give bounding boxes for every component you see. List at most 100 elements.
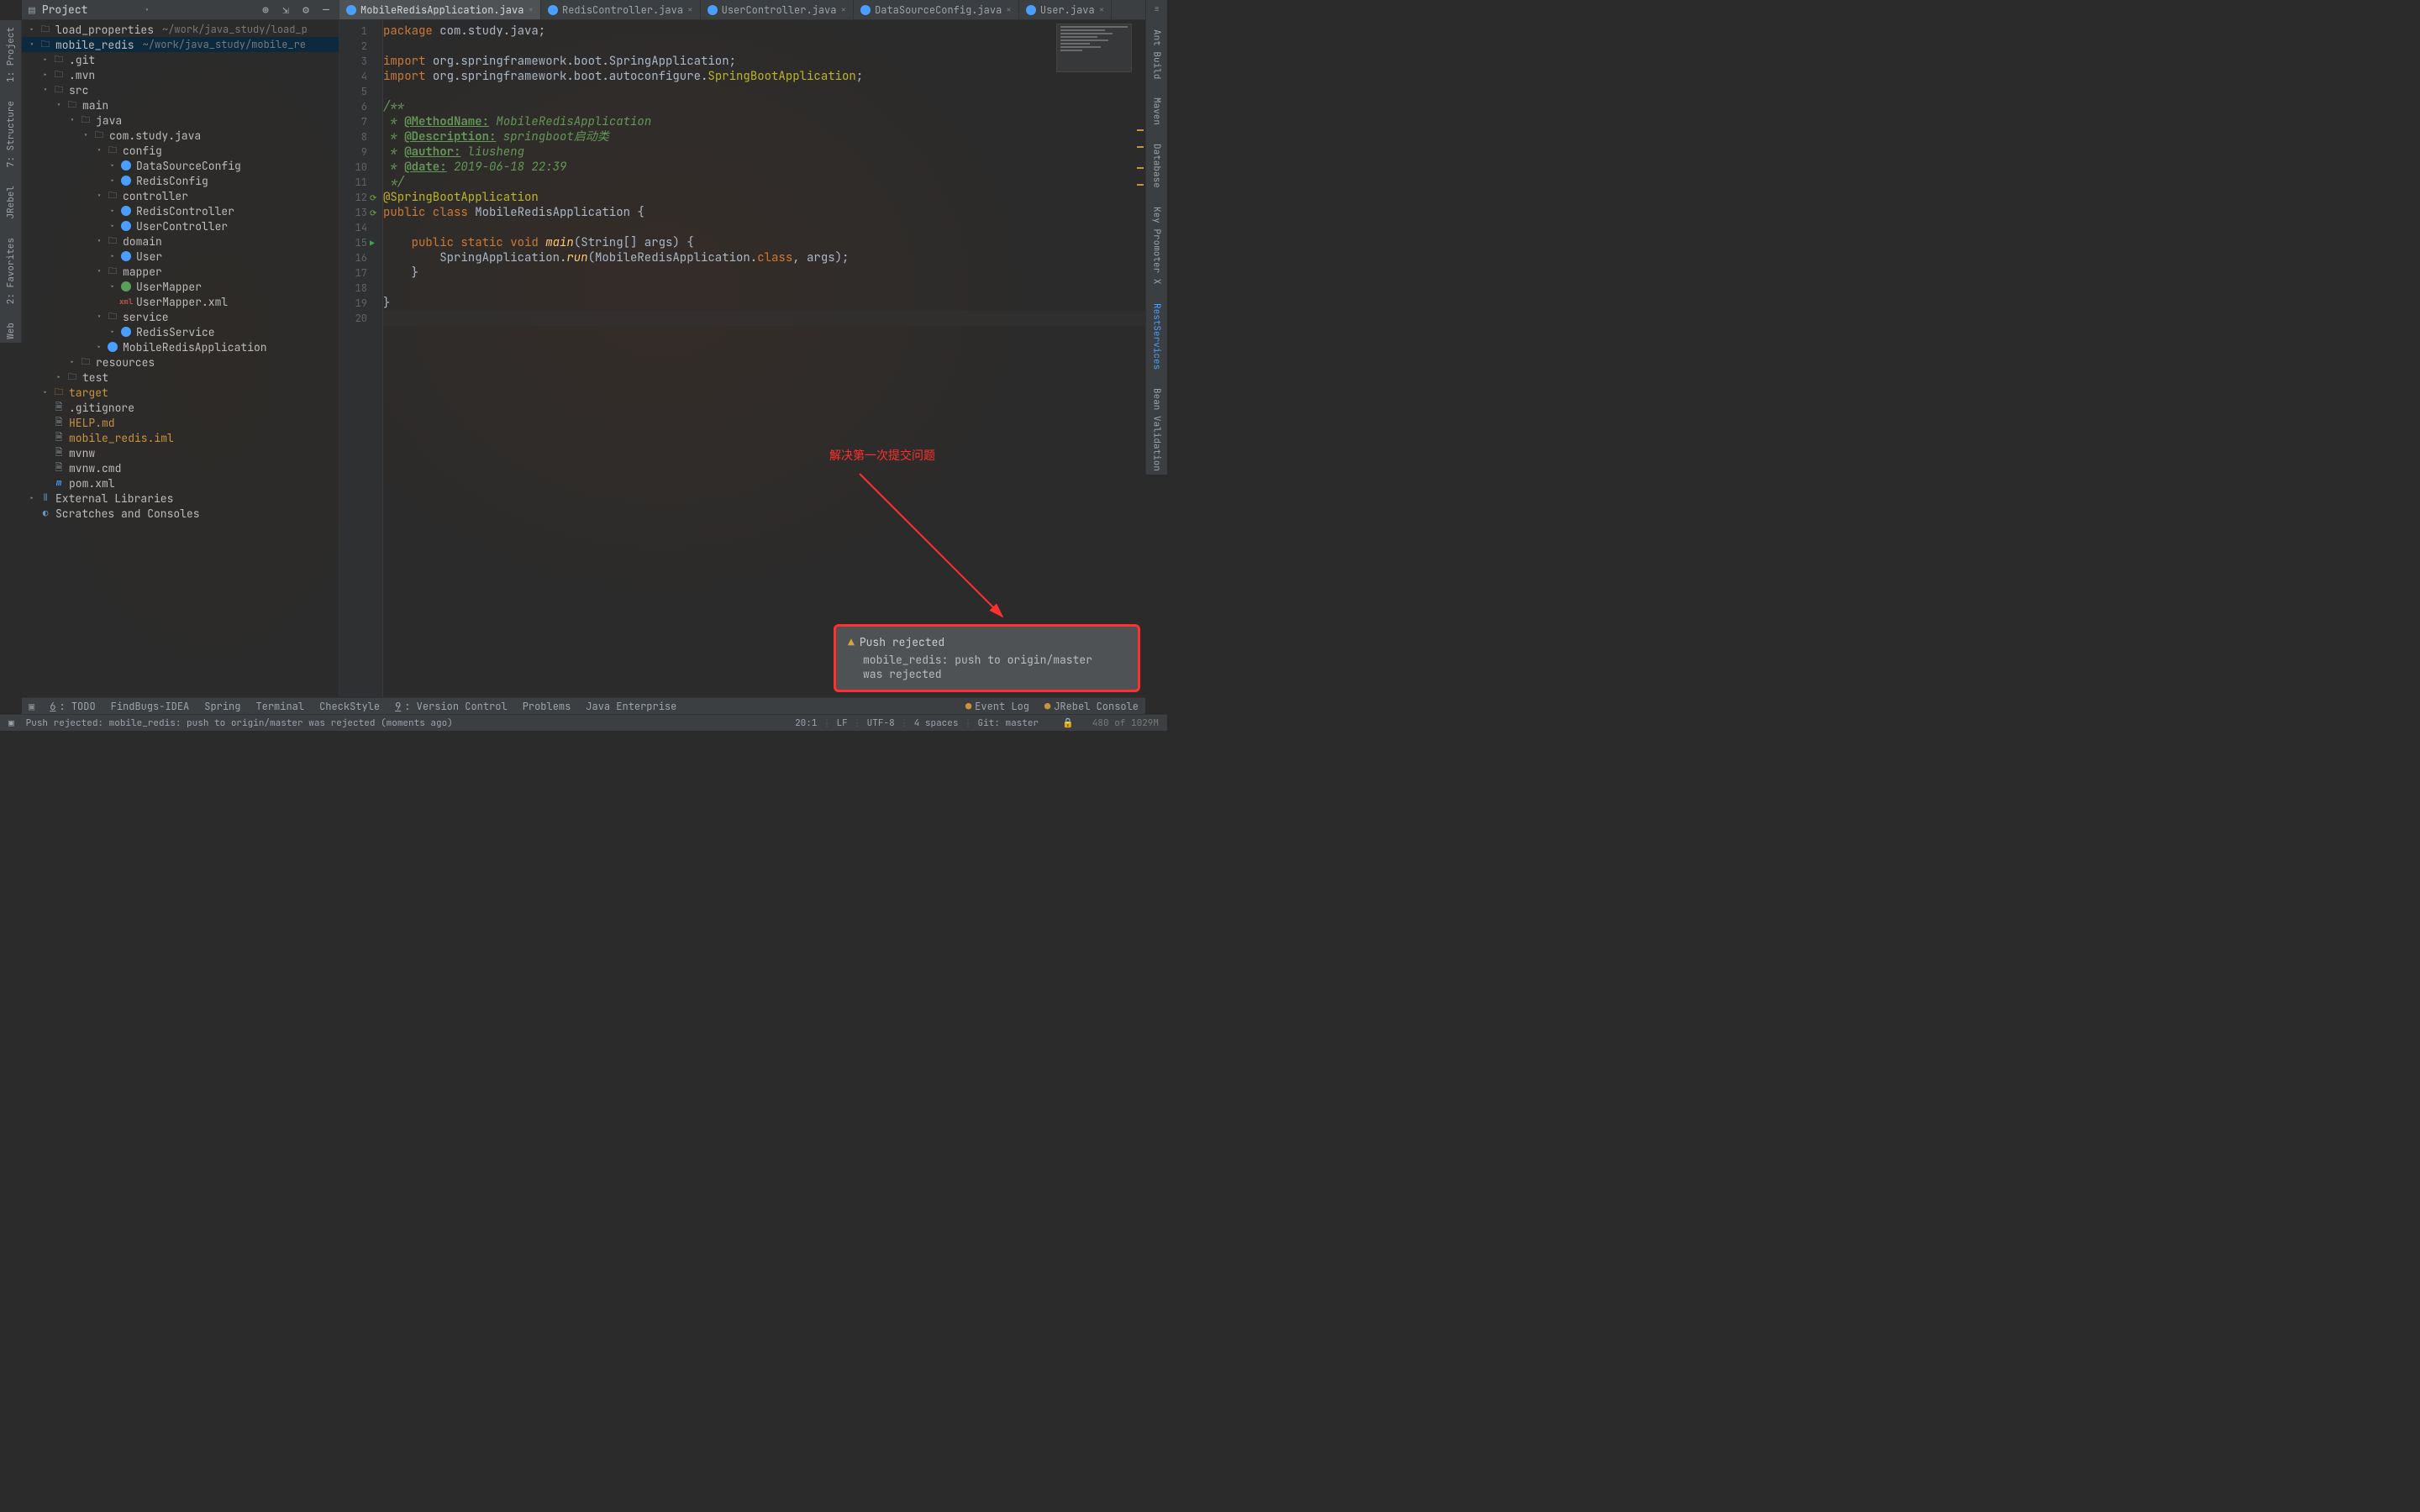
tree-item--gitignore[interactable]: 🗎.gitignore — [22, 400, 339, 415]
tree-item-src[interactable]: ▾🗀src — [22, 82, 339, 97]
close-icon[interactable]: × — [1006, 4, 1012, 16]
tree-arrow-icon[interactable]: ▾ — [94, 191, 104, 201]
tree-item-help-md[interactable]: 🗎HELP.md — [22, 415, 339, 430]
tree-arrow-icon[interactable]: ▾ — [94, 145, 104, 155]
tree-item-mapper[interactable]: ▾🗀mapper — [22, 264, 339, 279]
code-line-13[interactable]: public class MobileRedisApplication { — [383, 205, 1145, 220]
code-line-14[interactable] — [383, 220, 1145, 235]
left-tool-web[interactable]: Web — [5, 319, 17, 343]
tree-arrow-icon[interactable]: ▸ — [108, 251, 118, 261]
status-20-1[interactable]: 20:1 — [795, 717, 817, 729]
tree-arrow-icon[interactable]: ▸ — [40, 387, 50, 397]
tree-item-java[interactable]: ▾🗀java — [22, 113, 339, 128]
tab-usercontroller-java[interactable]: UserController.java× — [701, 0, 854, 19]
tree-item-config[interactable]: ▾🗀config — [22, 143, 339, 158]
code-minimap[interactable] — [1056, 24, 1132, 72]
tree-arrow-icon[interactable]: ▸ — [40, 70, 50, 80]
tree-arrow-icon[interactable]: ▸ — [40, 55, 50, 65]
tool-window-icon[interactable]: ▣ — [29, 700, 34, 713]
tree-item-redisservice[interactable]: ▸RedisService — [22, 324, 339, 339]
code-line-6[interactable]: /** — [383, 99, 1145, 114]
lock-icon[interactable]: 🔒 — [1062, 717, 1074, 729]
right-tool-key-promoter-x[interactable]: Key Promoter X — [1151, 203, 1163, 287]
tree-arrow-icon[interactable]: ▾ — [27, 39, 37, 50]
status-lf[interactable]: LF — [836, 717, 847, 729]
tree-item-domain[interactable]: ▾🗀domain — [22, 234, 339, 249]
tree-arrow-icon[interactable]: ▾ — [94, 312, 104, 322]
code-line-5[interactable] — [383, 84, 1145, 99]
code-line-15[interactable]: public static void main(String[] args) { — [383, 235, 1145, 250]
tree-item-load-properties[interactable]: ▸🗀load_properties~/work/java_study/load_… — [22, 22, 339, 37]
right-tool-restservices[interactable]: RestServices — [1151, 300, 1163, 373]
tree-arrow-icon[interactable]: ▸ — [108, 176, 118, 186]
tree-item-rediscontroller[interactable]: ▸RedisController — [22, 203, 339, 218]
tree-item-datasourceconfig[interactable]: ▸DataSourceConfig — [22, 158, 339, 173]
tree-item-scratches-and-consoles[interactable]: ◐Scratches and Consoles — [22, 506, 339, 521]
tree-arrow-icon[interactable]: ▸ — [27, 24, 37, 34]
tree-arrow-icon[interactable]: ▾ — [94, 266, 104, 276]
tree-item-usermapper-xml[interactable]: xmlUserMapper.xml — [22, 294, 339, 309]
tree-arrow-icon[interactable]: ▾ — [81, 130, 91, 140]
code-line-18[interactable] — [383, 281, 1145, 296]
tree-arrow-icon[interactable]: ▾ — [94, 236, 104, 246]
bottom-tool-9-version-control[interactable]: 9: Version Control — [395, 700, 508, 713]
tab-mobileredisapplication-java[interactable]: MobileRedisApplication.java× — [339, 0, 541, 19]
left-tool-2-favorites[interactable]: 2: Favorites — [5, 234, 17, 307]
tab-datasourceconfig-java[interactable]: DataSourceConfig.java× — [854, 0, 1019, 19]
project-tree[interactable]: ▸🗀load_properties~/work/java_study/load_… — [22, 20, 339, 697]
right-tool-database[interactable]: Database — [1151, 140, 1163, 192]
bottom-tool-spring[interactable]: Spring — [204, 700, 240, 713]
tree-arrow-icon[interactable]: ▸ — [108, 221, 118, 231]
status-utf-8[interactable]: UTF-8 — [867, 717, 895, 729]
tree-item-mvnw[interactable]: 🗎mvnw — [22, 445, 339, 460]
expand-icon[interactable]: ≡ — [1155, 3, 1160, 14]
tree-item-controller[interactable]: ▾🗀controller — [22, 188, 339, 203]
tree-item-com-study-java[interactable]: ▾🗀com.study.java — [22, 128, 339, 143]
code-editor[interactable]: 1234567891011121314151617181920⟳⟳▶ packa… — [339, 20, 1145, 697]
tree-arrow-icon[interactable]: ▸ — [94, 342, 104, 352]
locate-icon[interactable]: ⊕ — [259, 3, 272, 17]
tree-item--mvn[interactable]: ▸🗀.mvn — [22, 67, 339, 82]
tree-arrow-icon[interactable]: ▸ — [108, 281, 118, 291]
tree-arrow-icon[interactable]: ▾ — [40, 85, 50, 95]
notification-popup[interactable]: ▲Push rejected mobile_redis: push to ori… — [834, 624, 1140, 692]
tree-item-resources[interactable]: ▸🗀resources — [22, 354, 339, 370]
close-icon[interactable]: × — [687, 4, 693, 16]
code-line-11[interactable]: */ — [383, 175, 1145, 190]
code-line-10[interactable]: * @date: 2019-06-18 22:39 — [383, 160, 1145, 175]
code-line-20[interactable] — [383, 311, 1145, 326]
status-icon[interactable]: ▣ — [8, 717, 14, 729]
tree-item-external-libraries[interactable]: ▸⫴External Libraries — [22, 491, 339, 506]
tree-item-target[interactable]: ▸🗀target — [22, 385, 339, 400]
code-line-7[interactable]: * @MethodName: MobileRedisApplication — [383, 114, 1145, 129]
code-line-16[interactable]: SpringApplication.run(MobileRedisApplica… — [383, 250, 1145, 265]
tab-rediscontroller-java[interactable]: RedisController.java× — [541, 0, 701, 19]
tree-item-mobile-redis[interactable]: ▾🗀mobile_redis~/work/java_study/mobile_r… — [22, 37, 339, 52]
tree-arrow-icon[interactable]: ▾ — [67, 115, 77, 125]
close-icon[interactable]: × — [840, 4, 846, 16]
tree-arrow-icon[interactable]: ▸ — [54, 372, 64, 382]
close-icon[interactable]: × — [1099, 4, 1105, 16]
right-tool-bean-validation[interactable]: Bean Validation — [1151, 385, 1163, 475]
tab-user-java[interactable]: User.java× — [1019, 0, 1112, 19]
tree-arrow-icon[interactable]: ▸ — [67, 357, 77, 367]
code-line-19[interactable]: } — [383, 296, 1145, 311]
bottom-tool-checkstyle[interactable]: CheckStyle — [319, 700, 380, 713]
close-icon[interactable]: × — [528, 4, 534, 16]
tree-arrow-icon[interactable]: ▸ — [108, 206, 118, 216]
tree-arrow-icon[interactable]: ▸ — [108, 327, 118, 337]
left-tool-7-structure[interactable]: 7: Structure — [5, 97, 17, 171]
bottom-tool-event-log[interactable]: ● Event Log — [965, 700, 1029, 713]
left-tool-1-project[interactable]: 1: Project — [5, 24, 17, 86]
status-4-spaces[interactable]: 4 spaces — [914, 717, 959, 729]
tree-item-usermapper[interactable]: ▸UserMapper — [22, 279, 339, 294]
tree-item-user[interactable]: ▸User — [22, 249, 339, 264]
tree-item--git[interactable]: ▸🗀.git — [22, 52, 339, 67]
code-line-17[interactable]: } — [383, 265, 1145, 281]
collapse-icon[interactable]: ⇲ — [279, 3, 292, 17]
status-git-master[interactable]: Git: master — [977, 717, 1039, 729]
tree-arrow-icon[interactable]: ▸ — [108, 160, 118, 171]
memory-indicator[interactable]: 480 of 1029M — [1092, 717, 1159, 729]
code-line-1[interactable]: package com.study.java; — [383, 24, 1145, 39]
tree-arrow-icon[interactable]: ▾ — [54, 100, 64, 110]
